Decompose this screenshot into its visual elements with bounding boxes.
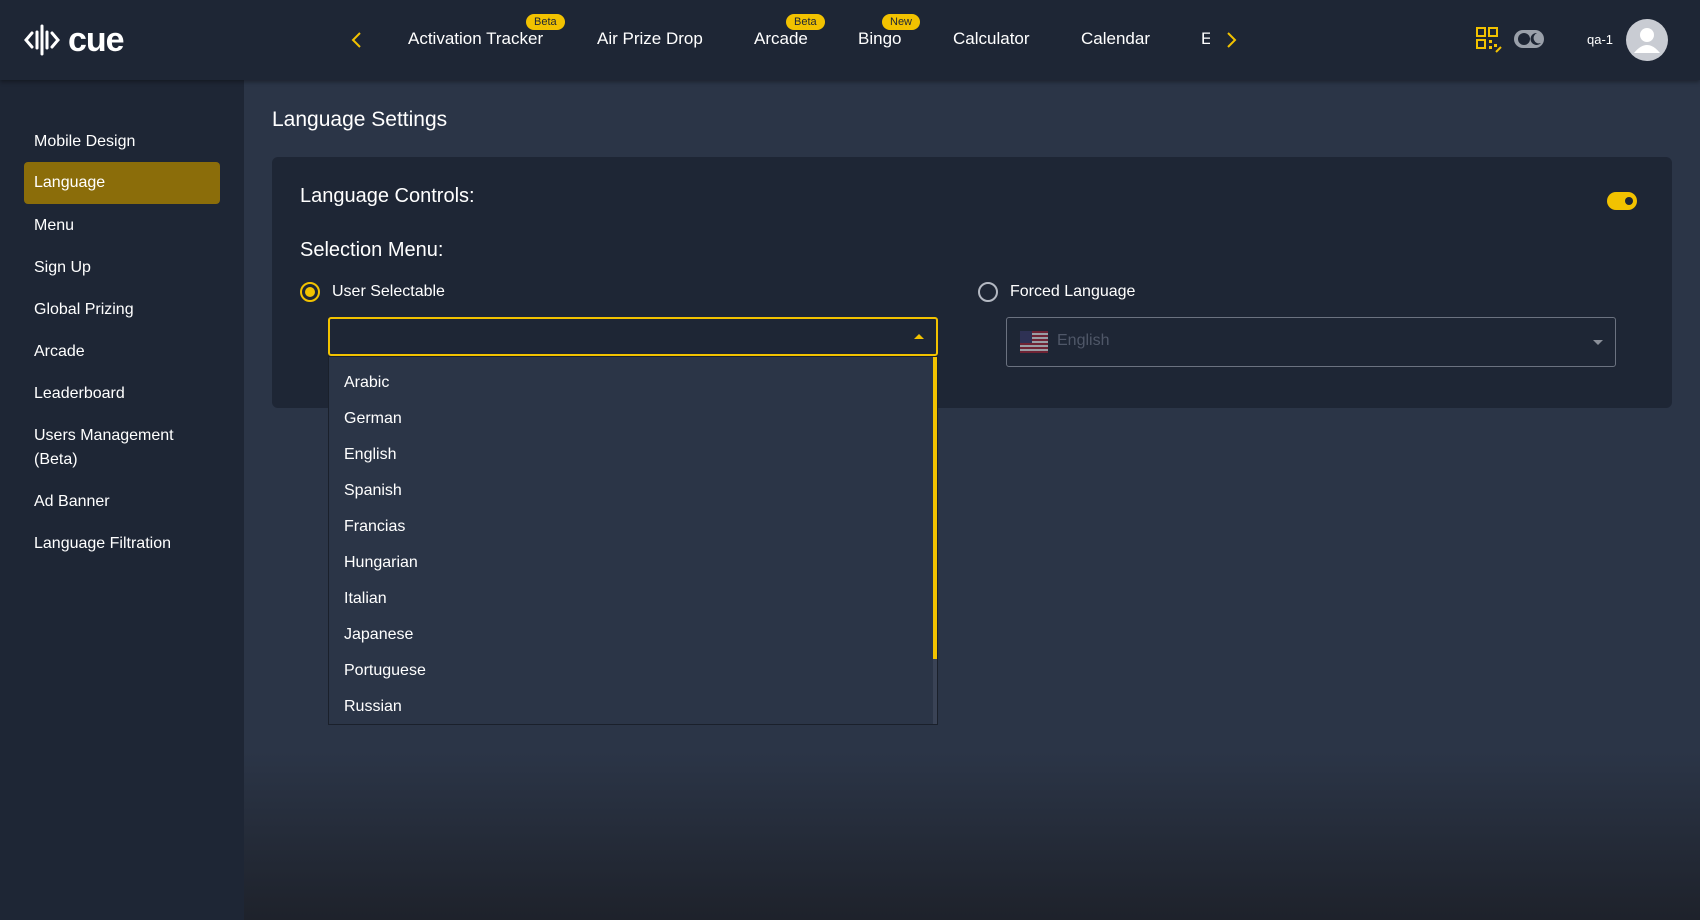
sidebar-item-mobile-design[interactable]: Mobile Design — [24, 130, 220, 154]
option-portuguese[interactable]: Portuguese — [344, 662, 426, 680]
option-francias[interactable]: Francias — [344, 518, 405, 536]
page-title: Language Settings — [272, 108, 448, 131]
option-hungarian[interactable]: Hungarian — [344, 554, 418, 572]
dropdown-scrollbar-thumb[interactable] — [933, 357, 937, 659]
radio-unchecked-icon — [978, 282, 998, 302]
dropdown-scrollbar-track[interactable] — [933, 357, 937, 724]
language-controls-label: Language Controls: — [300, 185, 475, 207]
radio-checked-icon — [300, 282, 320, 302]
option-german[interactable]: German — [344, 410, 402, 428]
nav-tabs: Activation Tracker Beta Air Prize Drop A… — [380, 0, 1210, 80]
language-dropdown-list: Arabic German English Spanish Francias H… — [328, 356, 938, 725]
tab-air-prize-drop[interactable]: Air Prize Drop — [597, 29, 703, 49]
qr-code-button[interactable] — [1475, 26, 1503, 54]
username: qa-1 — [1587, 32, 1614, 47]
qr-code-icon — [1476, 27, 1502, 53]
logo[interactable]: cue — [24, 20, 125, 60]
logo-text: cue — [68, 20, 125, 59]
nav-prev-arrow[interactable] — [342, 26, 370, 54]
theme-toggle[interactable] — [1513, 28, 1545, 50]
logo-icon — [24, 24, 60, 56]
option-italian[interactable]: Italian — [344, 590, 387, 608]
forced-language-value: English — [1057, 332, 1110, 349]
sidebar-item-arcade[interactable]: Arcade — [24, 340, 220, 364]
sidebar-item-ad-banner[interactable]: Ad Banner — [24, 490, 220, 514]
tab-bingo[interactable]: Bingo — [858, 29, 901, 49]
selection-menu-label: Selection Menu: — [300, 239, 444, 261]
language-controls-toggle[interactable] — [1607, 192, 1637, 210]
user-icon — [1634, 28, 1660, 53]
sidebar-item-language[interactable]: Language — [24, 162, 220, 204]
user-selectable-label: User Selectable — [332, 283, 445, 300]
caret-up-icon — [914, 334, 924, 339]
forced-language-select: English — [1006, 317, 1616, 367]
chevron-left-icon — [351, 32, 361, 48]
tab-arcade[interactable]: Arcade — [754, 29, 808, 49]
sidebar-item-sign-up[interactable]: Sign Up — [24, 256, 220, 280]
tab-calendar[interactable]: Calendar — [1081, 29, 1150, 49]
sidebar: Mobile Design Language Menu Sign Up Glob… — [0, 80, 244, 920]
us-flag-icon — [1020, 331, 1048, 353]
caret-down-icon — [1593, 340, 1603, 345]
forced-language-label: Forced Language — [1010, 283, 1136, 300]
sidebar-item-global-prizing[interactable]: Global Prizing — [24, 298, 220, 322]
user-language-select[interactable] — [328, 317, 938, 356]
tab-calculator[interactable]: Calculator — [953, 29, 1030, 49]
sidebar-item-users-management[interactable]: Users Management (Beta) — [24, 424, 194, 472]
dark-mode-toggle-icon — [1514, 30, 1544, 48]
tab-badge-beta: Beta — [786, 14, 825, 30]
tab-badge-beta: Beta — [526, 14, 565, 30]
option-japanese[interactable]: Japanese — [344, 626, 413, 644]
option-spanish[interactable]: Spanish — [344, 482, 402, 500]
chevron-right-icon — [1227, 32, 1237, 48]
tab-badge-new: New — [882, 14, 921, 30]
option-arabic[interactable]: Arabic — [344, 374, 389, 392]
sidebar-item-language-filtration[interactable]: Language Filtration — [24, 532, 220, 556]
tab-activation-tracker[interactable]: Activation Tracker — [408, 29, 543, 49]
nav-next-arrow[interactable] — [1218, 26, 1246, 54]
tab-truncated[interactable]: E — [1201, 29, 1210, 49]
avatar[interactable] — [1626, 19, 1668, 61]
sidebar-item-menu[interactable]: Menu — [24, 214, 220, 238]
radio-dot — [305, 287, 315, 297]
option-russian[interactable]: Russian — [344, 698, 402, 716]
toggle-knob — [1625, 197, 1633, 205]
option-english[interactable]: English — [344, 446, 396, 464]
sidebar-item-leaderboard[interactable]: Leaderboard — [24, 382, 220, 406]
top-bar: cue Activation Tracker Beta Air Prize Dr… — [0, 0, 1700, 80]
user-selectable-radio[interactable]: User Selectable — [300, 282, 445, 302]
forced-language-radio[interactable]: Forced Language — [978, 282, 1135, 302]
